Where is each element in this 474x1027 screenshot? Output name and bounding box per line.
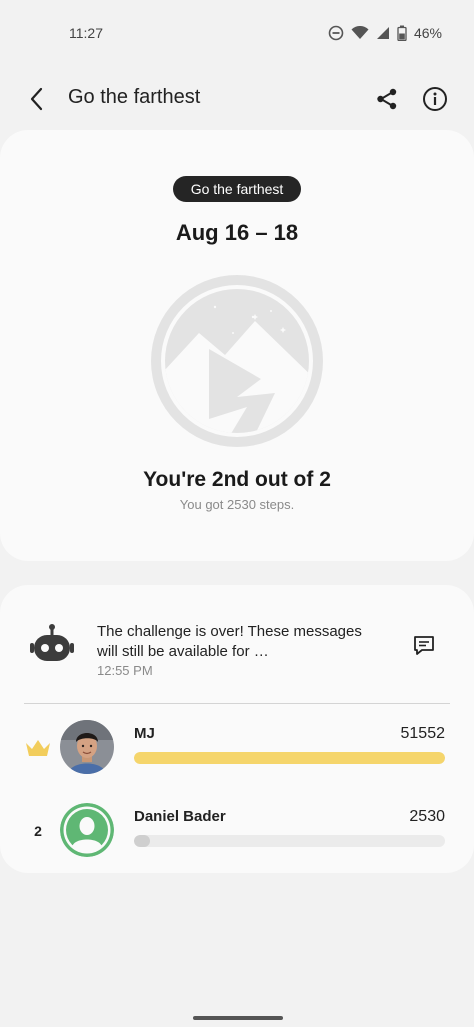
leaderboard-row[interactable]: 2 Daniel Bader 2530 [0, 802, 474, 862]
divider [24, 703, 450, 704]
progress-bar-fill [134, 752, 445, 764]
avatar [60, 803, 114, 857]
app-bar: Go the farthest [0, 66, 474, 130]
challenge-message[interactable]: The challenge is over! These messages wi… [97, 622, 367, 662]
chat-button[interactable] [408, 629, 440, 661]
summary-card: Go the farthest Aug 16 – 18 You're 2nd o… [0, 130, 474, 561]
back-button[interactable] [22, 84, 52, 114]
status-time: 11:27 [69, 25, 103, 41]
battery-icon [397, 25, 407, 41]
progress-bar [134, 752, 445, 764]
participant-name: MJ [134, 725, 155, 742]
crown-icon [24, 736, 52, 760]
mountain-road-badge-icon [151, 275, 323, 447]
leaderboard-row[interactable]: MJ 51552 [0, 719, 474, 779]
signal-icon [376, 26, 390, 40]
steps-subtitle: You got 2530 steps. [179, 497, 295, 512]
rank-title: You're 2nd out of 2 [143, 468, 331, 491]
info-button[interactable] [420, 84, 450, 114]
chat-icon [414, 636, 434, 655]
share-icon [377, 88, 397, 110]
info-icon [423, 87, 447, 111]
status-bar: 11:27 46% [0, 0, 474, 66]
screen: 11:27 46% Go the farthest Go the farthes… [0, 0, 474, 1027]
home-indicator[interactable] [193, 1016, 283, 1020]
wifi-icon [351, 26, 369, 40]
message-time: 12:55 PM [97, 663, 153, 678]
progress-bar-fill [134, 835, 150, 847]
leaderboard-card: The challenge is over! These messages wi… [0, 585, 474, 873]
robot-icon [28, 622, 76, 670]
participant-steps: 2530 [409, 808, 445, 825]
rank-number: 2 [34, 823, 42, 839]
avatar [60, 720, 114, 774]
participant-steps: 51552 [400, 725, 446, 742]
page-title: Go the farthest [68, 86, 201, 108]
progress-bar [134, 835, 445, 847]
share-button[interactable] [372, 84, 402, 114]
do-not-disturb-icon [328, 25, 344, 41]
participant-name: Daniel Bader [134, 808, 226, 825]
status-icons: 46% [328, 25, 442, 41]
battery-percent: 46% [413, 25, 442, 41]
back-arrow-icon [30, 87, 43, 111]
challenge-label-pill: Go the farthest [173, 176, 301, 202]
date-range: Aug 16 – 18 [175, 220, 299, 245]
